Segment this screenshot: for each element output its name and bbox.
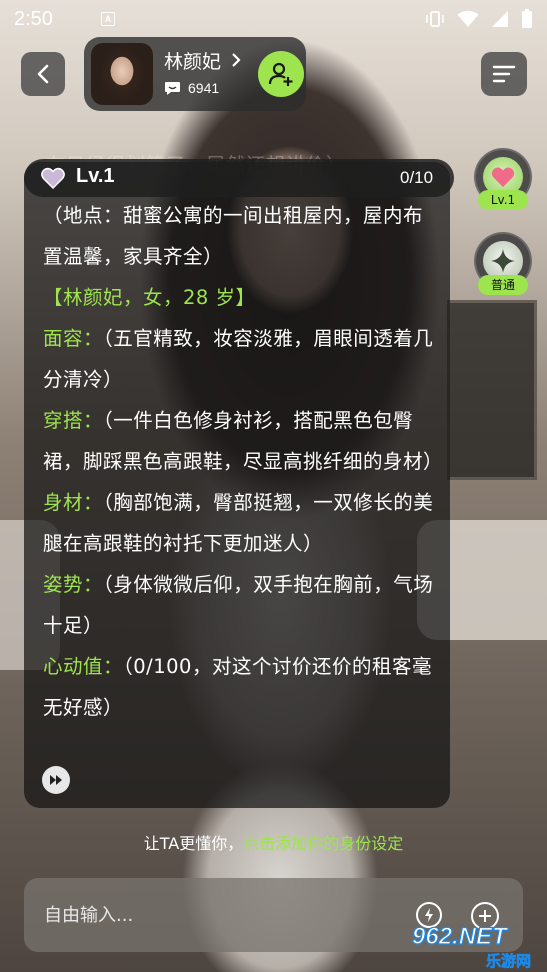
site-watermark: 962.NET 乐游网 <box>411 922 531 970</box>
face-label: 面容： <box>43 327 104 350</box>
hint-prefix: 让TA更懂你， <box>143 834 244 853</box>
level-badge-label: Lv.1 <box>478 190 528 210</box>
mode-badge-label: 普通 <box>478 275 528 295</box>
heart-label: 心动值： <box>43 655 124 678</box>
chat-bubble-icon <box>165 82 180 95</box>
character-name: 【林颜妃，女，28 岁】 <box>43 286 256 309</box>
play-voice-button[interactable] <box>42 766 70 794</box>
message-input[interactable] <box>44 898 384 932</box>
level-label: Lv.1 <box>76 165 115 187</box>
add-identity-link[interactable]: 点击添加你的身份设定 <box>243 834 403 853</box>
add-user-icon <box>268 62 293 86</box>
add-friend-button[interactable] <box>258 51 304 97</box>
vibrate-icon <box>426 11 444 27</box>
face-line: 面容：（五官精致，妆容淡雅，眉眼间透着几分清冷） <box>43 318 438 400</box>
a-notification-icon: A <box>100 12 115 26</box>
profile-name-text: 林颜妃 <box>164 51 222 73</box>
wifi-icon <box>457 10 479 27</box>
avatar[interactable] <box>91 43 153 105</box>
heart-icon <box>491 167 515 187</box>
menu-button[interactable] <box>481 52 527 96</box>
body-label: 身材： <box>43 491 104 514</box>
status-bar: 2:50 A <box>0 0 547 38</box>
status-icons <box>425 9 533 29</box>
back-arrow-icon <box>37 64 49 84</box>
identity-hint: 让TA更懂你，点击添加你的身份设定 <box>0 830 547 854</box>
watermark-top: 962.NET <box>412 923 509 950</box>
sparkle-icon <box>491 249 515 273</box>
location-text: （地点：甜蜜公寓的一间出租屋内，屋内布置温馨，家具齐全） <box>43 204 424 268</box>
menu-icon <box>492 65 516 83</box>
status-time: 2:50 <box>14 7 53 30</box>
outfit-line: 穿搭：（一件白色修身衬衫，搭配黑色包臀裙，脚踩黑色高跟鞋，尽显高挑纤细的身材） <box>43 400 443 482</box>
watermark-bottom: 乐游网 <box>486 952 531 970</box>
profile-name[interactable]: 林颜妃 <box>164 47 241 74</box>
level-heart-icon <box>41 167 65 189</box>
back-button[interactable] <box>21 52 65 96</box>
play-icon <box>50 775 62 785</box>
outfit-text: （一件白色修身衬衫，搭配黑色包臀裙，脚踩黑色高跟鞋，尽显高挑纤细的身材） <box>43 409 444 473</box>
pose-line: 姿势：（身体微微后仰，双手抱在胸前，气场十足） <box>43 564 438 646</box>
profile-chat-count: 6941 <box>188 80 220 96</box>
bg-window <box>447 300 537 480</box>
level-progress: 0/10 <box>400 168 434 187</box>
outfit-label: 穿搭： <box>43 409 104 432</box>
signal-icon <box>492 11 508 27</box>
pose-label: 姿势： <box>43 573 104 596</box>
chevron-right-icon <box>232 53 241 67</box>
message-content: （地点：甜蜜公寓的一间出租屋内，屋内布置温馨，家具齐全） 【林颜妃，女，28 岁… <box>43 195 443 728</box>
body-line: 身材：（胸部饱满，臀部挺翘，一双修长的美腿在高跟鞋的衬托下更加迷人） <box>43 482 438 564</box>
battery-icon <box>522 9 532 28</box>
heart-line: 心动值：（0/100，对这个讨价还价的租客毫无好感） <box>43 646 438 728</box>
